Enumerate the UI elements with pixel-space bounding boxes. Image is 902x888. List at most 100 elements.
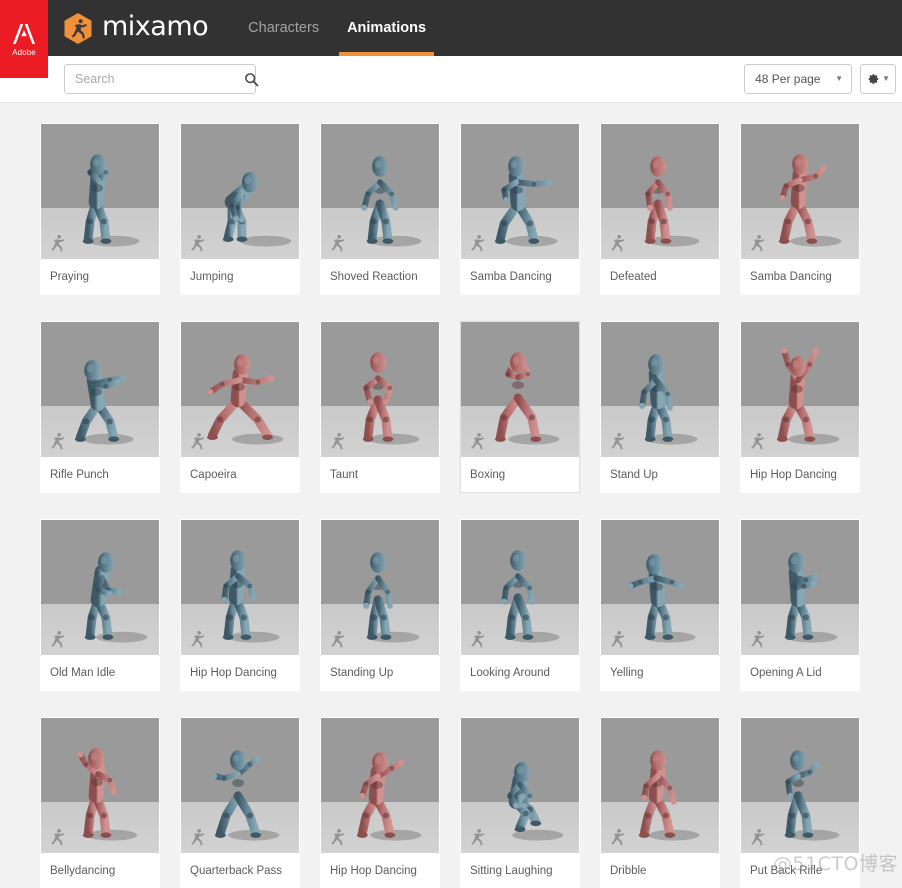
settings-chevron-down-icon: ▼ (882, 74, 890, 83)
animation-thumbnail[interactable] (321, 520, 439, 655)
search-box[interactable] (64, 64, 259, 94)
animation-card-label: Looking Around (461, 655, 579, 690)
animation-card[interactable]: Looking Around (460, 519, 580, 691)
running-person-icon (611, 235, 625, 252)
search-input[interactable] (65, 65, 244, 93)
animation-card[interactable]: Samba Dancing (740, 123, 860, 295)
animation-card-label: Capoeira (181, 457, 299, 492)
animation-card[interactable]: Stand Up (600, 321, 720, 493)
animation-card[interactable]: Hip Hop Dancing (320, 717, 440, 888)
running-person-icon (191, 631, 205, 648)
animation-card-label: Shoved Reaction (321, 259, 439, 294)
per-page-label: 48 Per page (755, 72, 821, 86)
animation-card[interactable]: Put Back Rifle (740, 717, 860, 888)
tab-animations[interactable]: Animations (333, 0, 440, 56)
animation-thumbnail[interactable] (601, 124, 719, 259)
animation-card[interactable]: Samba Dancing (460, 123, 580, 295)
animation-thumbnail[interactable] (181, 718, 299, 853)
animation-thumbnail[interactable] (41, 520, 159, 655)
animation-card[interactable]: Shoved Reaction (320, 123, 440, 295)
tab-characters-label: Characters (248, 20, 320, 36)
animation-card-grid: Praying Jumping Shoved Reaction Samba Danci… (0, 123, 902, 888)
animation-card-label: Hip Hop Dancing (741, 457, 859, 492)
per-page-dropdown[interactable]: 48 Per page ▼ (744, 64, 853, 94)
animation-card[interactable]: Rifle Punch (40, 321, 160, 493)
animation-thumbnail[interactable] (461, 322, 579, 457)
animation-thumbnail[interactable] (741, 520, 859, 655)
animation-card[interactable]: Defeated (600, 123, 720, 295)
mixamo-app-window: Adobe mixamo Characters Animations Searc… (0, 0, 902, 888)
animation-thumbnail[interactable] (321, 322, 439, 457)
running-person-icon (331, 433, 345, 450)
running-person-icon (331, 235, 345, 252)
animation-card[interactable]: Jumping (180, 123, 300, 295)
running-person-icon (611, 829, 625, 846)
animation-thumbnail[interactable] (321, 718, 439, 853)
animation-card[interactable]: Standing Up (320, 519, 440, 691)
mixamo-brand[interactable]: mixamo (63, 0, 209, 56)
adobe-logo[interactable]: Adobe (0, 0, 48, 78)
running-person-icon (331, 631, 345, 648)
animation-card[interactable]: Old Man Idle (40, 519, 160, 691)
animation-thumbnail[interactable] (41, 322, 159, 457)
animation-card[interactable]: Taunt (320, 321, 440, 493)
tab-animations-label: Animations (347, 20, 427, 36)
animation-thumbnail[interactable] (461, 124, 579, 259)
search-icon (245, 72, 259, 86)
animation-card[interactable]: Hip Hop Dancing (180, 519, 300, 691)
animation-card[interactable]: Boxing (460, 321, 580, 493)
running-person-icon (751, 235, 765, 252)
animation-thumbnail[interactable] (741, 124, 859, 259)
animation-card-label: Yelling (601, 655, 719, 690)
search-button[interactable] (244, 65, 259, 93)
animation-thumbnail[interactable] (181, 124, 299, 259)
animation-thumbnail[interactable] (41, 124, 159, 259)
animation-thumbnail[interactable] (461, 520, 579, 655)
running-person-icon (471, 235, 485, 252)
animation-thumbnail[interactable] (181, 322, 299, 457)
animation-card-label: Samba Dancing (461, 259, 579, 294)
animation-thumbnail[interactable] (461, 718, 579, 853)
running-person-icon (51, 631, 65, 648)
mixamo-wordmark: mixamo (102, 11, 209, 42)
animation-card-label: Dribble (601, 853, 719, 888)
animation-card[interactable]: Bellydancing (40, 717, 160, 888)
animation-card[interactable]: Capoeira (180, 321, 300, 493)
mixamo-hexagon-runner-icon (64, 12, 92, 44)
running-person-icon (471, 631, 485, 648)
animation-card-label: Boxing (461, 457, 579, 492)
settings-button[interactable]: ▼ (860, 64, 896, 94)
animation-card[interactable]: Dribble (600, 717, 720, 888)
animation-thumbnail[interactable] (41, 718, 159, 853)
running-person-icon (471, 433, 485, 450)
animation-thumbnail[interactable] (741, 322, 859, 457)
animation-card[interactable]: Praying (40, 123, 160, 295)
animation-card-label: Praying (41, 259, 159, 294)
tab-characters[interactable]: Characters (234, 0, 333, 56)
running-person-icon (471, 829, 485, 846)
animation-card-label: Rifle Punch (41, 457, 159, 492)
animation-card[interactable]: Hip Hop Dancing (740, 321, 860, 493)
animations-content-area: Praying Jumping Shoved Reaction Samba Danci… (0, 103, 902, 888)
animation-thumbnail[interactable] (181, 520, 299, 655)
animation-card-label: Old Man Idle (41, 655, 159, 690)
animation-thumbnail[interactable] (321, 124, 439, 259)
animation-card[interactable]: Quarterback Pass (180, 717, 300, 888)
animation-card[interactable]: Yelling (600, 519, 720, 691)
running-person-icon (51, 829, 65, 846)
animation-thumbnail[interactable] (601, 520, 719, 655)
animation-card-label: Taunt (321, 457, 439, 492)
adobe-a-mark-icon (13, 23, 35, 44)
animation-thumbnail[interactable] (601, 322, 719, 457)
animation-card[interactable]: Sitting Laughing (460, 717, 580, 888)
animation-thumbnail[interactable] (601, 718, 719, 853)
running-person-icon (191, 433, 205, 450)
animation-card-label: Standing Up (321, 655, 439, 690)
running-person-icon (191, 829, 205, 846)
animation-card[interactable]: Opening A Lid (740, 519, 860, 691)
content-toolbar: 48 Per page ▼ ▼ (0, 56, 902, 103)
running-person-icon (331, 829, 345, 846)
animation-card-label: Stand Up (601, 457, 719, 492)
animation-thumbnail[interactable] (741, 718, 859, 853)
animation-card-label: Bellydancing (41, 853, 159, 888)
